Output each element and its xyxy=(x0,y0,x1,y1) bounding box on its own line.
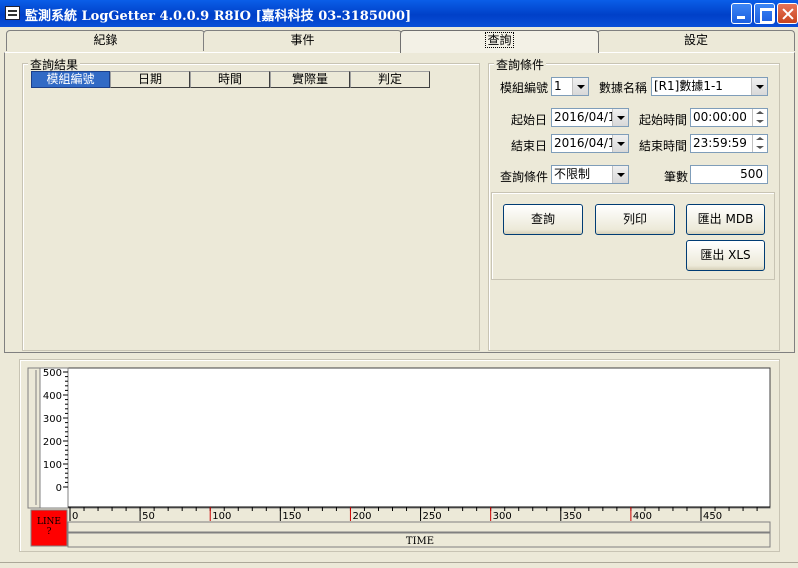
x-axis-label: TIME xyxy=(406,536,434,547)
x-tick-label: 150 xyxy=(282,511,301,522)
tab-query-label: 查詢 xyxy=(485,32,514,48)
y-tick-label: 400 xyxy=(43,391,62,402)
x-tick-label: 100 xyxy=(212,511,231,522)
window-bottom-edge xyxy=(0,562,798,568)
y-tick-label: 200 xyxy=(43,437,62,448)
plot-area[interactable] xyxy=(67,367,771,508)
tab-query[interactable]: 查詢 xyxy=(400,30,599,53)
x-tick-label: 0 xyxy=(72,511,78,522)
x-scrollbar[interactable] xyxy=(67,521,771,533)
x-tick-label: 450 xyxy=(703,511,722,522)
trend-chart[interactable]: 500 400 300 200 100 0 0 50 100 150 200 250 300 350 400… xyxy=(0,0,798,568)
x-tick-label: 250 xyxy=(423,511,442,522)
y-tick-label: 100 xyxy=(43,460,62,471)
y-tick-label: 300 xyxy=(43,414,62,425)
x-tick-label: 300 xyxy=(493,511,512,522)
x-tick-label: 350 xyxy=(563,511,582,522)
y-tick-label: 0 xyxy=(56,483,62,494)
x-tick-label: 50 xyxy=(142,511,155,522)
x-tick-label: 400 xyxy=(633,511,652,522)
y-tick-label: 500 xyxy=(43,368,62,379)
x-tick-label: 200 xyxy=(352,511,371,522)
line-selector-label: LINE xyxy=(37,517,61,527)
line-selector-label: ? xyxy=(47,527,52,537)
